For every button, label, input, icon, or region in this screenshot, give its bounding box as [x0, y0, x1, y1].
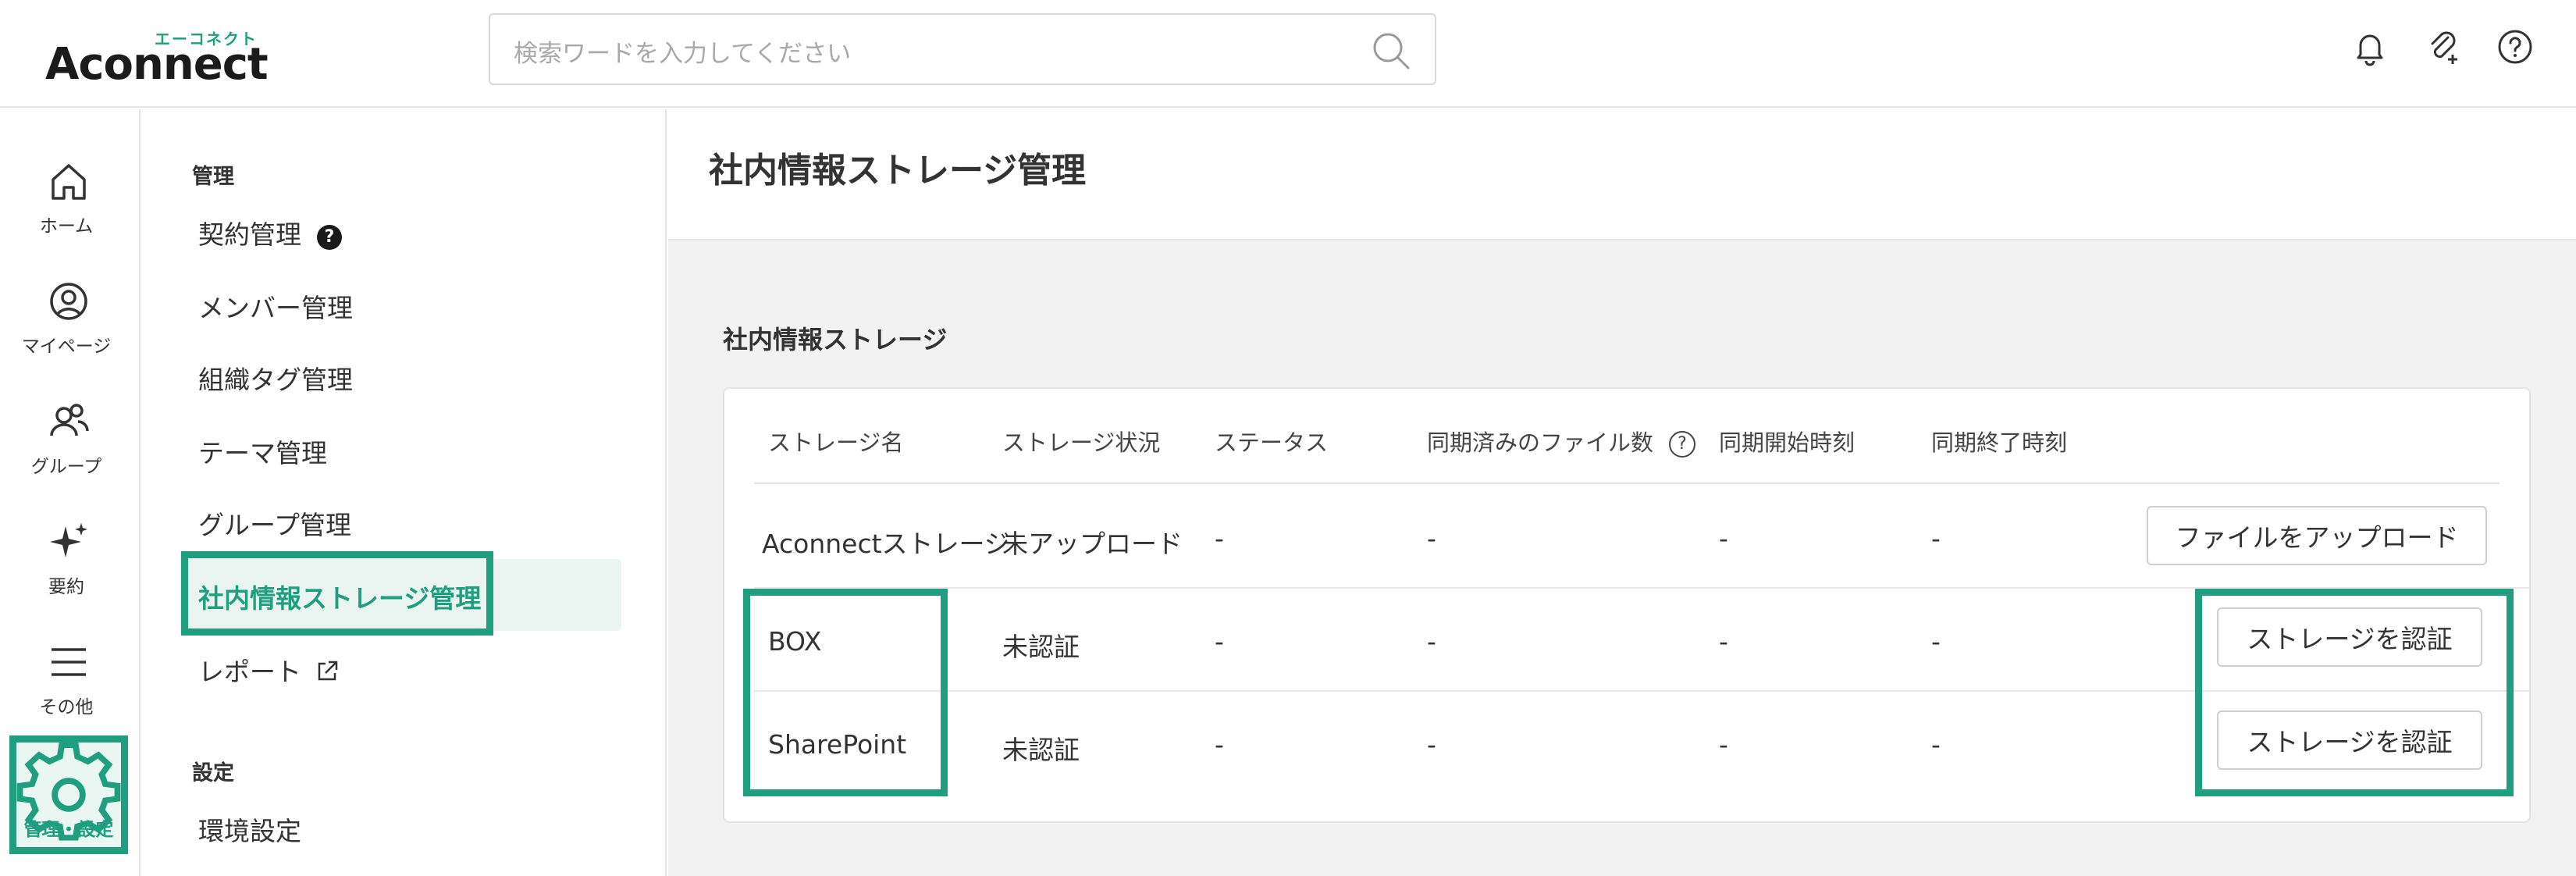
- app-header: エーコネクト Aconnect 検索ワードを入力してください: [0, 0, 2576, 108]
- page-title: 社内情報ストレージ管理: [709, 151, 1087, 191]
- help-circle-icon[interactable]: ?: [1669, 431, 1696, 458]
- cell-status: -: [1215, 729, 1224, 760]
- rail-item-other[interactable]: その他: [0, 639, 141, 748]
- cell-sync-start: -: [1719, 523, 1728, 554]
- column-header-sync-start: 同期開始時刻: [1719, 429, 1856, 456]
- menu-item-themes[interactable]: テーマ管理: [198, 433, 327, 470]
- column-header-status: ステータス: [1215, 429, 1329, 456]
- column-header-state: ストレージ状況: [1002, 429, 1161, 456]
- logo-text: Aconnect: [45, 39, 269, 90]
- rail-label-group: グループ: [30, 457, 102, 477]
- page-header: 社内情報ストレージ管理: [668, 109, 2576, 240]
- admin-side-menu: 管理 契約管理? メンバー管理 組織タグ管理 テーマ管理 グループ管理 社内情報…: [142, 109, 667, 876]
- group-icon: [50, 404, 89, 436]
- cell-files: -: [1427, 626, 1436, 657]
- rail-label-other: その他: [39, 697, 94, 718]
- rail-label-summary: 要約: [48, 577, 84, 597]
- cell-files: -: [1427, 729, 1436, 760]
- aconnect-logo[interactable]: エーコネクト Aconnect: [45, 23, 279, 90]
- menu-item-label: 契約管理: [198, 219, 301, 250]
- menu-item-groups[interactable]: グループ管理: [198, 504, 351, 542]
- menu-item-contract[interactable]: 契約管理?: [198, 214, 342, 251]
- cell-files: -: [1427, 523, 1436, 554]
- cell-sync-end: -: [1931, 729, 1941, 760]
- user-circle-icon: [50, 283, 87, 320]
- bell-icon[interactable]: [2350, 27, 2390, 67]
- icon-rail: ホーム マイページ グループ 要約 その他 管理・設定: [0, 109, 141, 876]
- column-header-name: ストレージ名: [768, 429, 904, 456]
- search-input[interactable]: 検索ワードを入力してください: [489, 13, 1436, 85]
- storage-name-highlight-box: [743, 589, 948, 796]
- menu-item-report[interactable]: レポート: [198, 651, 340, 689]
- rail-item-home[interactable]: ホーム: [0, 158, 141, 267]
- cell-status: -: [1215, 626, 1224, 657]
- home-icon: [52, 164, 86, 200]
- rail-label-mypage: マイページ: [21, 337, 112, 357]
- external-link-icon: [318, 661, 337, 681]
- column-header-files: 同期済みのファイル数?: [1427, 425, 1696, 458]
- menu-section-admin: 管理: [192, 165, 234, 189]
- rail-label-admin-settings: 管理・設定: [23, 820, 114, 840]
- header-divider: [754, 483, 2500, 484]
- help-icon[interactable]: [2495, 27, 2535, 67]
- menu-item-environment[interactable]: 環境設定: [198, 810, 301, 848]
- rail-item-admin-settings[interactable]: 管理・設定: [9, 735, 128, 854]
- upload-file-button[interactable]: ファイルをアップロード: [2147, 506, 2487, 565]
- cell-sync-start: -: [1719, 729, 1728, 760]
- menu-item-storage[interactable]: 社内情報ストレージ管理: [198, 578, 481, 615]
- cell-state: 未認証: [1002, 735, 1080, 765]
- rail-item-group[interactable]: グループ: [0, 398, 141, 507]
- auth-buttons-highlight-box: [2195, 589, 2514, 796]
- cell-sync-end: -: [1931, 523, 1941, 554]
- rail-item-summary[interactable]: 要約: [0, 518, 141, 628]
- section-title: 社内情報ストレージ: [723, 325, 948, 354]
- search-placeholder: 検索ワードを入力してください: [514, 40, 852, 68]
- cell-state: 未認証: [1002, 632, 1080, 662]
- menu-icon: [52, 648, 86, 676]
- help-badge-icon[interactable]: ?: [317, 225, 342, 250]
- rail-item-mypage[interactable]: マイページ: [0, 278, 141, 387]
- search-icon[interactable]: [1371, 30, 1411, 71]
- cell-sync-end: -: [1931, 626, 1941, 657]
- menu-item-org-tags[interactable]: 組織タグ管理: [198, 359, 353, 397]
- menu-section-settings: 設定: [192, 761, 234, 785]
- sparkle-icon: [50, 523, 87, 557]
- cell-status: -: [1215, 523, 1224, 554]
- column-header-sync-end: 同期終了時刻: [1931, 429, 2068, 456]
- paperclip-add-icon[interactable]: [2423, 27, 2464, 67]
- cell-state: 未アップロード: [1002, 529, 1183, 559]
- menu-item-members[interactable]: メンバー管理: [198, 287, 353, 325]
- cell-sync-start: -: [1719, 626, 1728, 657]
- menu-item-label: レポート: [198, 657, 301, 687]
- cell-name: Aconnectストレージ: [762, 529, 1010, 559]
- column-header-files-label: 同期済みのファイル数: [1427, 429, 1654, 456]
- rail-label-home: ホーム: [39, 216, 94, 237]
